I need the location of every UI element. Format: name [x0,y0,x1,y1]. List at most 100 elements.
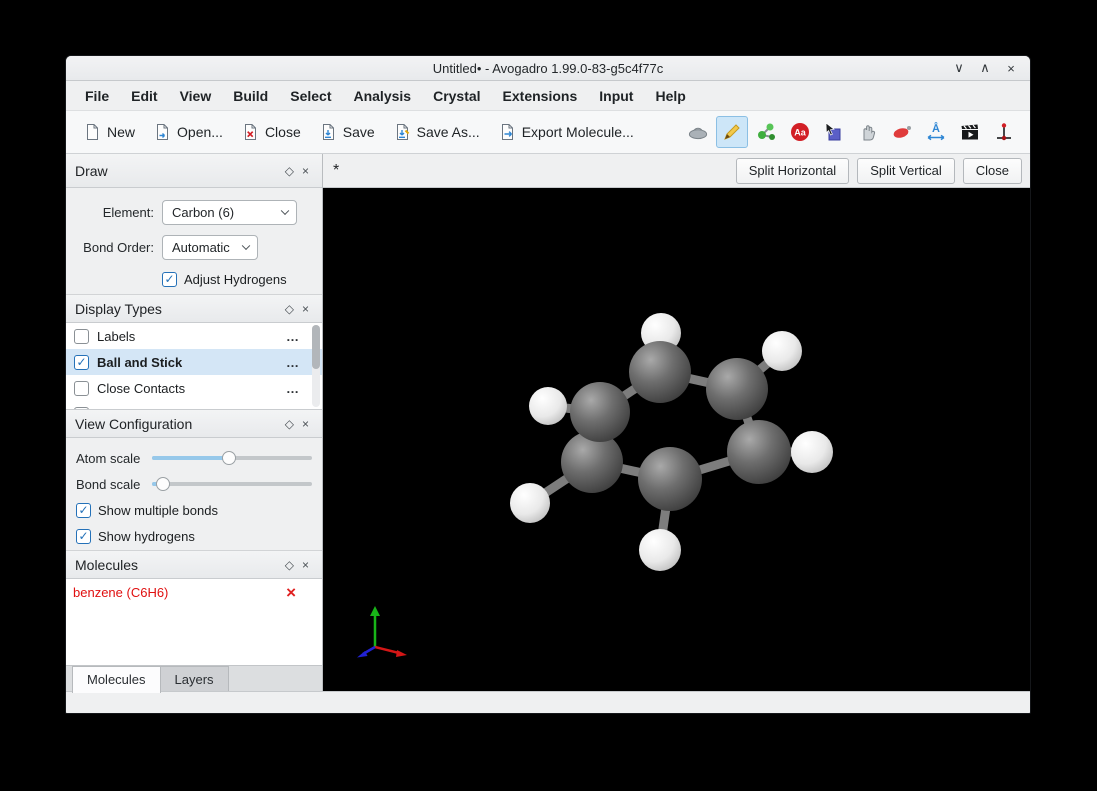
align-tool-button[interactable] [988,116,1020,148]
element-select-value: Carbon (6) [172,205,234,220]
close-window-button[interactable]: × [1000,58,1022,78]
close-panel-button[interactable]: × [298,417,313,431]
show-hydrogens-checkbox[interactable] [76,529,91,544]
display-type-label: Labels [97,329,270,344]
toolbar: New Open... Close Save Save As... Export… [66,111,1030,154]
float-panel-button[interactable]: ◇ [281,302,298,316]
maximize-window-button[interactable]: ∧ [974,58,996,78]
display-type-label: Close Contacts [97,381,270,396]
slider-handle[interactable] [222,451,236,465]
open-button[interactable]: Open... [144,117,232,147]
titlebar[interactable]: Untitled• - Avogadro 1.99.0-83-g5c4f77c … [66,56,1030,81]
slider-handle[interactable] [156,477,170,491]
split-vertical-button[interactable]: Split Vertical [857,158,955,184]
animation-tool-button[interactable] [954,116,986,148]
float-panel-button[interactable]: ◇ [281,558,298,572]
delete-molecule-button[interactable]: × [286,584,296,601]
labels-checkbox[interactable] [74,329,89,344]
new-button[interactable]: New [74,117,144,147]
molecules-list: benzene (C6H6) × [66,579,322,665]
atom-scale-slider[interactable] [152,448,312,468]
select-tool-button[interactable] [818,116,850,148]
molecule-name: benzene (C6H6) [73,585,286,600]
close-panel-button[interactable]: × [298,558,313,572]
adjust-hydrogens-label: Adjust Hydrogens [184,272,287,287]
window-title: Untitled• - Avogadro 1.99.0-83-g5c4f77c [66,61,1030,76]
close-file-button[interactable]: Close [232,117,310,147]
float-panel-button[interactable]: ◇ [281,417,298,431]
open-button-label: Open... [177,124,223,140]
display-type-row-ball-and-stick[interactable]: Ball and Stick … [66,349,322,375]
display-types-panel-header: Display Types ◇ × [66,295,322,323]
molecules-panel-header: Molecules ◇ × [66,551,322,579]
float-panel-button[interactable]: ◇ [281,164,298,178]
chevron-down-icon [242,242,250,250]
draw-panel-header: Draw ◇ × [66,154,322,188]
export-molecule-icon [498,123,516,141]
menu-item-file[interactable]: File [74,84,120,108]
save-as-button[interactable]: Save As... [384,117,489,147]
measure-tool-button[interactable]: Å [920,116,952,148]
close-panel-button[interactable]: × [298,164,313,178]
menu-item-extensions[interactable]: Extensions [492,84,589,108]
ball-and-stick-checkbox[interactable] [74,355,89,370]
atom-scale-label: Atom scale [76,451,152,466]
view-configuration-panel-header: View Configuration ◇ × [66,410,322,438]
menu-item-build[interactable]: Build [222,84,279,108]
selection-icon [823,121,845,143]
template-tool-button[interactable] [750,116,782,148]
display-type-row-labels[interactable]: Labels … [66,323,322,349]
tab-layers[interactable]: Layers [160,666,229,693]
bond-order-label: Bond Order: [66,240,154,255]
display-type-options-button[interactable]: … [278,329,308,344]
draw-tool-button[interactable] [716,116,748,148]
display-types-list: Labels … Ball and Stick … Close Contacts… [66,323,322,410]
display-types-scrollbar[interactable] [312,325,320,407]
view-area: * Split Horizontal Split Vertical Close [323,154,1030,691]
bond-scale-label: Bond scale [76,477,152,492]
view-tab-bar: * Split Horizontal Split Vertical Close [323,154,1030,188]
menu-item-input[interactable]: Input [588,84,644,108]
menu-item-analysis[interactable]: Analysis [342,84,422,108]
svg-text:Aa: Aa [794,128,806,138]
close-panel-button[interactable]: × [298,302,313,316]
menu-item-crystal[interactable]: Crystal [422,84,491,108]
show-multiple-bonds-checkbox[interactable] [76,503,91,518]
pencil-icon [721,121,743,143]
render-viewport[interactable] [323,188,1030,691]
save-as-button-label: Save As... [417,124,480,140]
bond-scale-slider[interactable] [152,474,312,494]
display-type-options-button[interactable]: … [278,381,308,396]
menu-item-edit[interactable]: Edit [120,84,168,108]
save-button-label: Save [343,124,375,140]
bond-order-select[interactable]: Automatic [162,235,258,260]
display-type-row-partial[interactable] [66,401,322,410]
navigate-tool-button[interactable] [682,116,714,148]
label-tool-button[interactable]: Aa [784,116,816,148]
close-view-button[interactable]: Close [963,158,1022,184]
animation-icon [959,121,981,143]
align-icon [993,121,1015,143]
element-select[interactable]: Carbon (6) [162,200,297,225]
draw-panel-body: Element: Carbon (6) Bond Order: Automati… [66,188,322,295]
split-horizontal-button[interactable]: Split Horizontal [736,158,849,184]
tab-molecules[interactable]: Molecules [72,666,161,693]
view-configuration-body: Atom scale Bond scale Show multiple b [66,438,322,551]
menu-item-view[interactable]: View [169,84,223,108]
export-molecule-button[interactable]: Export Molecule... [489,117,643,147]
manipulate-tool-button[interactable] [852,116,884,148]
modified-indicator: * [333,162,339,180]
display-type-options-button[interactable]: … [278,355,308,370]
molecule-list-item[interactable]: benzene (C6H6) × [66,579,322,605]
close-contacts-checkbox[interactable] [74,381,89,396]
scrollbar-thumb[interactable] [312,325,320,369]
display-type-row-close-contacts[interactable]: Close Contacts … [66,375,322,401]
menu-item-help[interactable]: Help [644,84,696,108]
measure-icon: Å [925,121,947,143]
adjust-hydrogens-checkbox[interactable] [162,272,177,287]
draw-panel-title: Draw [75,163,108,179]
bond-centric-tool-button[interactable] [886,116,918,148]
shade-window-button[interactable]: ∨ [948,58,970,78]
menu-item-select[interactable]: Select [279,84,342,108]
save-button[interactable]: Save [310,117,384,147]
